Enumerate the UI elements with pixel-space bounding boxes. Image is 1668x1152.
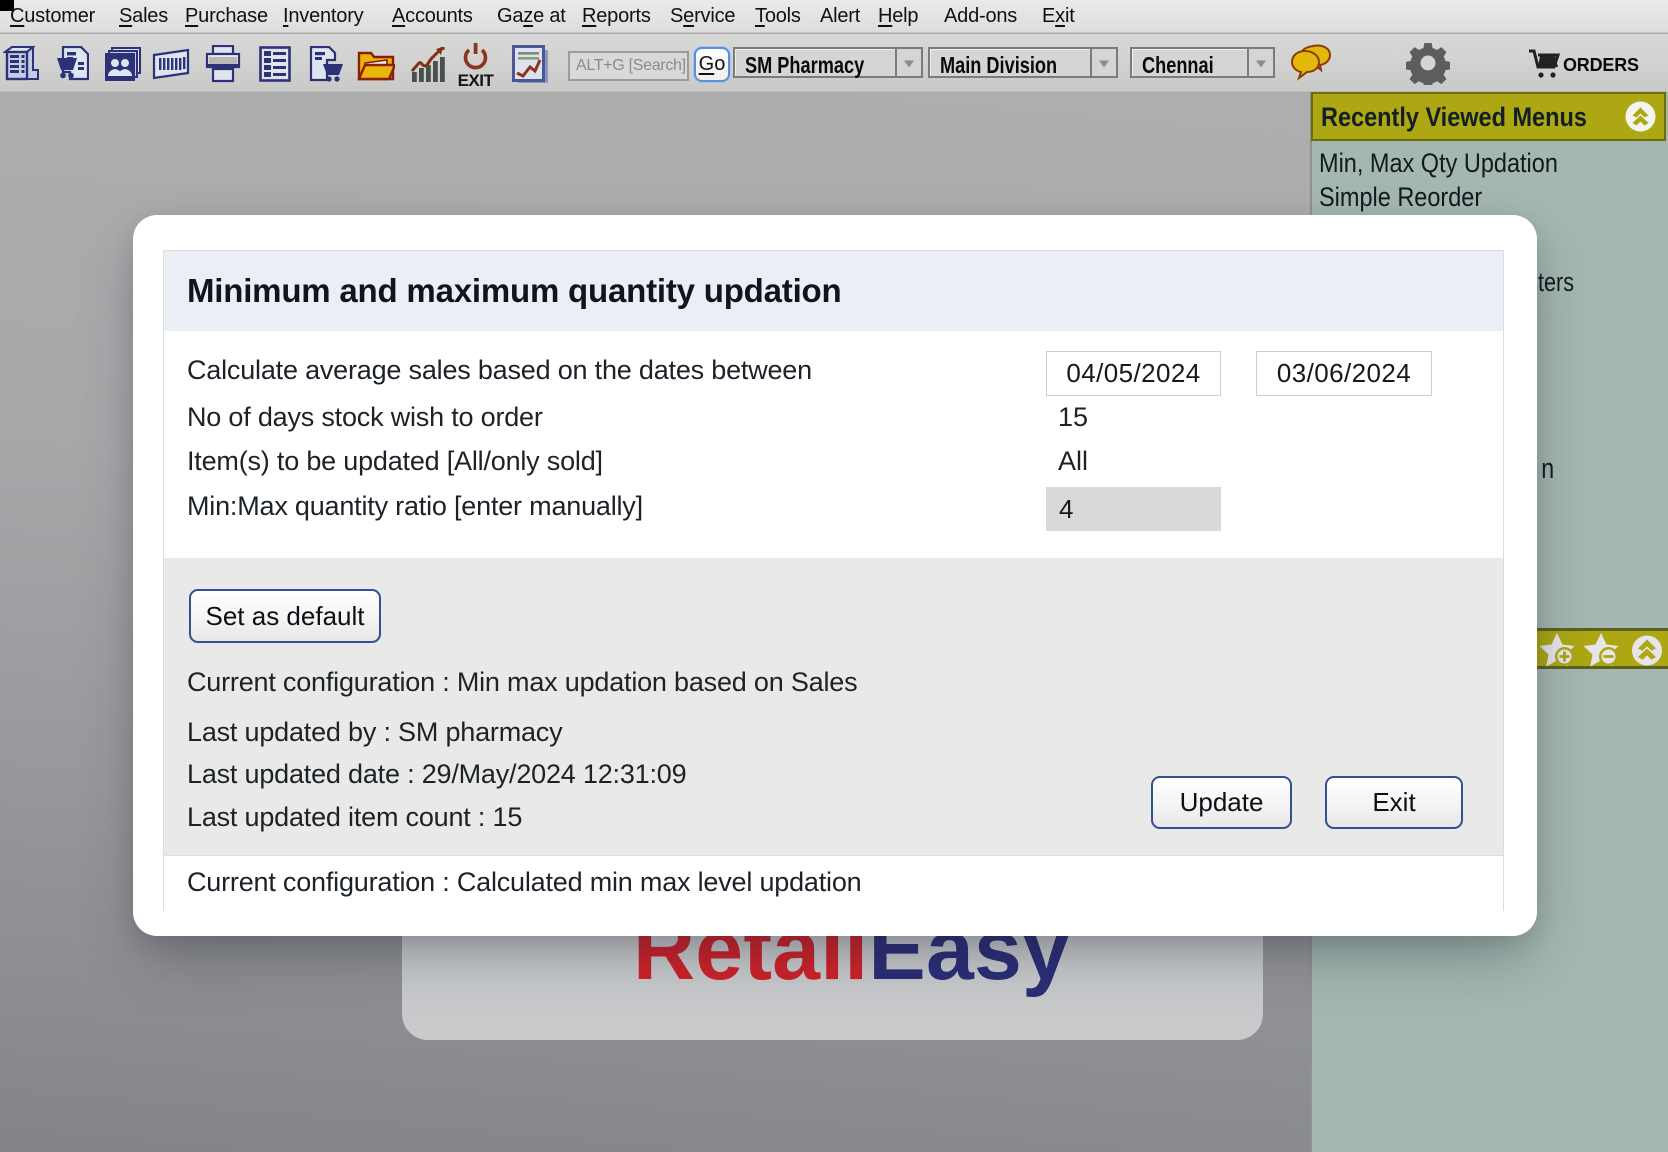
- svg-text:EXIT: EXIT: [458, 71, 495, 88]
